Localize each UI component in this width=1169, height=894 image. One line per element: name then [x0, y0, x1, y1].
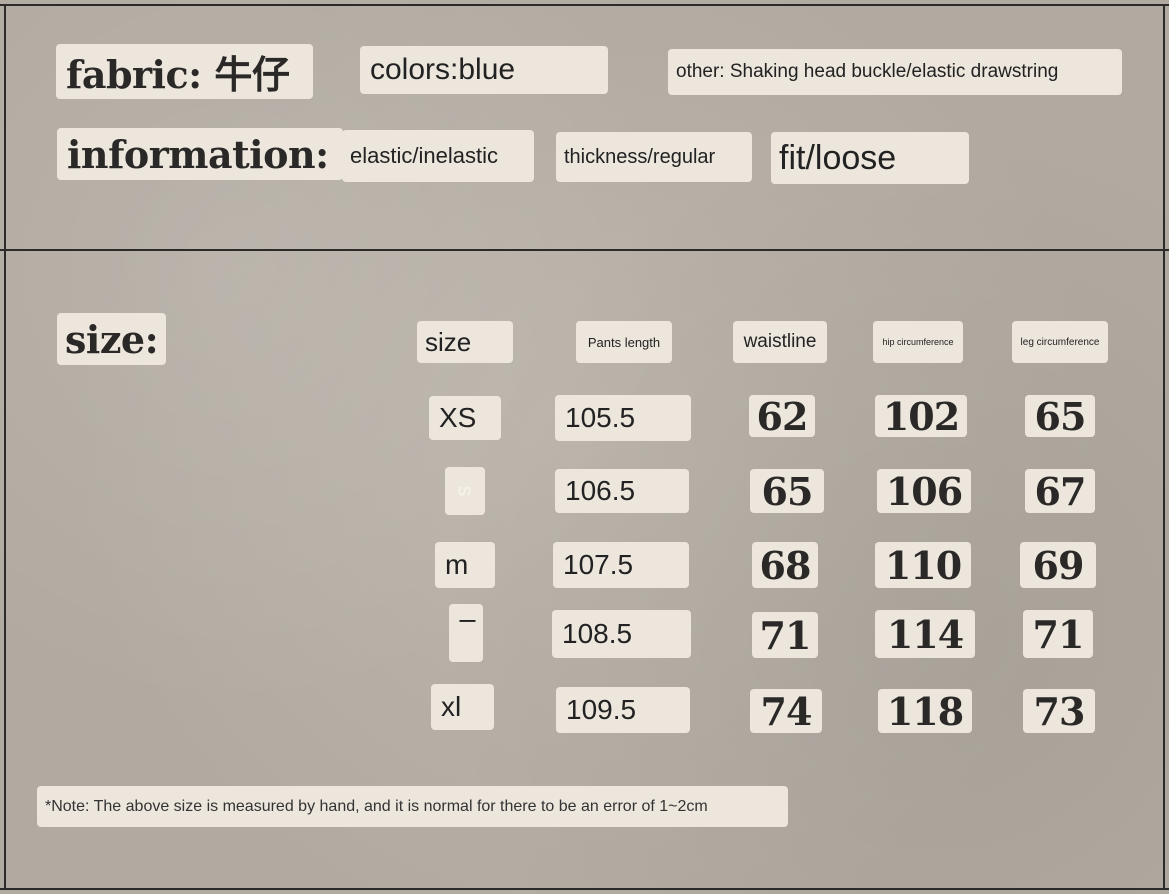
bottom-border-line	[0, 888, 1169, 890]
size-xl-cell: xl	[431, 684, 494, 730]
size-l-waistline-cell: 71	[752, 612, 818, 658]
size-m-hip-cell: 110	[875, 542, 971, 588]
other-tag: other: Shaking head buckle/elastic draws…	[668, 49, 1122, 95]
fit-tag: fit/loose	[771, 132, 969, 184]
size-xl-hip-cell: 118	[878, 689, 972, 733]
measurement-note: *Note: The above size is measured by han…	[37, 786, 788, 827]
size-xs-leg-cell: 65	[1025, 395, 1095, 437]
fabric-label: fabric: 牛仔	[56, 44, 313, 99]
thickness-tag: thickness/regular	[556, 132, 752, 182]
waistline-column-header: waistline	[733, 321, 827, 363]
size-xs-waistline-cell: 62	[749, 395, 815, 437]
top-border-line	[0, 4, 1169, 6]
information-label: information:	[57, 128, 343, 180]
size-s-waistline-cell: 65	[750, 469, 824, 513]
size-l-cell: l	[449, 604, 483, 662]
size-xs-hip-cell: 102	[875, 395, 967, 437]
size-l-label: l	[453, 618, 479, 624]
size-xl-pants-length-cell: 109.5	[556, 687, 690, 733]
size-l-hip-cell: 114	[875, 610, 975, 658]
colors-tag: colors:blue	[360, 46, 608, 94]
size-s-leg-cell: 67	[1025, 469, 1095, 513]
section-divider-line	[0, 249, 1169, 251]
size-xl-waistline-cell: 74	[750, 689, 822, 733]
size-column-header: size	[417, 321, 513, 363]
size-s-cell: s	[445, 467, 485, 515]
pants-length-column-header: Pants length	[576, 321, 672, 363]
left-border-line	[4, 4, 6, 890]
size-m-leg-cell: 69	[1020, 542, 1096, 588]
hip-circumference-column-header: hip circumference	[873, 321, 963, 363]
size-xs-pants-length-cell: 105.5	[555, 395, 691, 441]
elastic-tag: elastic/inelastic	[342, 130, 534, 182]
size-m-pants-length-cell: 107.5	[553, 542, 689, 588]
size-l-pants-length-cell: 108.5	[552, 610, 691, 658]
size-m-waistline-cell: 68	[752, 542, 818, 588]
leg-circumference-column-header: leg circumference	[1012, 321, 1108, 363]
size-xl-leg-cell: 73	[1023, 689, 1095, 733]
size-chart-page: fabric: 牛仔 colors:blue other: Shaking he…	[0, 0, 1169, 894]
size-l-leg-cell: 71	[1023, 610, 1093, 658]
size-label: size:	[57, 313, 166, 365]
size-s-hip-cell: 106	[877, 469, 971, 513]
right-border-line	[1163, 4, 1165, 890]
size-s-pants-length-cell: 106.5	[555, 469, 689, 513]
size-m-cell: m	[435, 542, 495, 588]
size-xs-cell: XS	[429, 396, 501, 440]
size-s-label: s	[453, 485, 478, 497]
